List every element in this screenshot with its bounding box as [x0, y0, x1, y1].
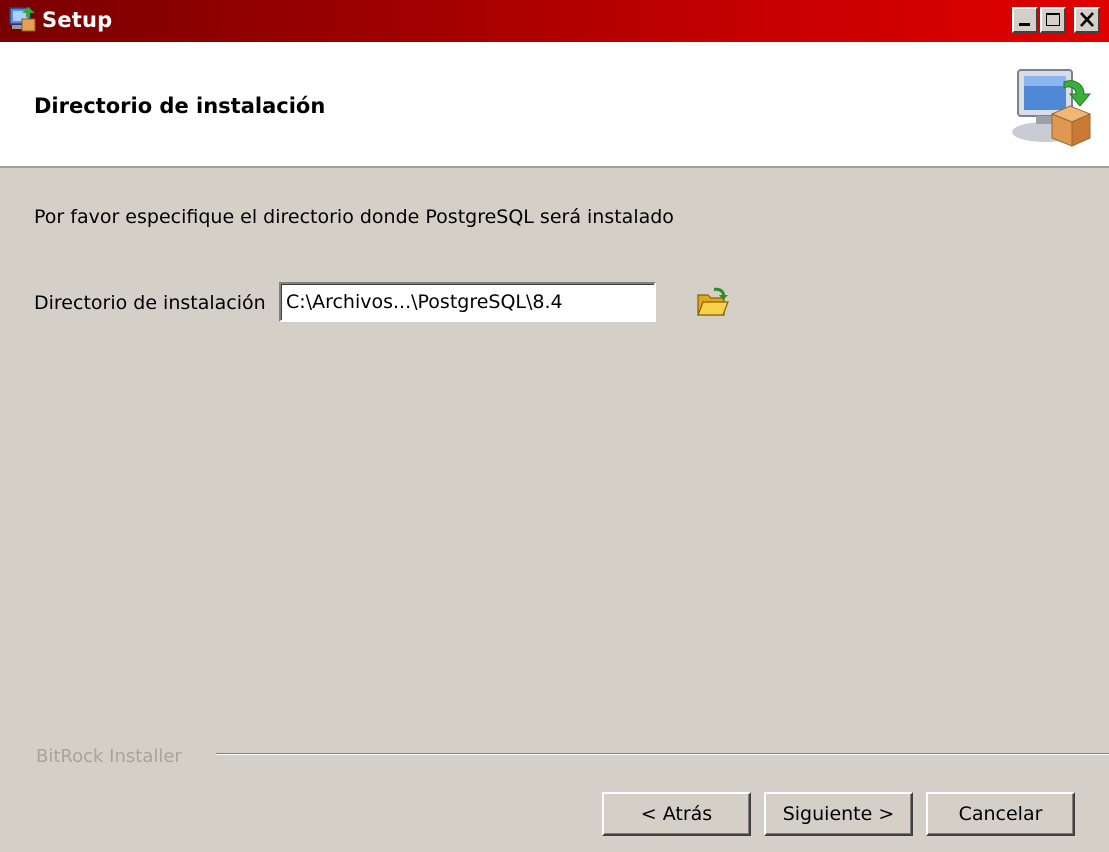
- page-header: Directorio de instalación: [0, 42, 1109, 168]
- footer-divider: [216, 753, 1109, 755]
- install-directory-input[interactable]: [279, 282, 656, 322]
- instruction-text: Por favor especifique el directorio dond…: [34, 206, 674, 228]
- browse-folder-button[interactable]: [694, 285, 730, 321]
- maximize-button[interactable]: [1040, 7, 1066, 33]
- brand-label: BitRock Installer: [36, 746, 182, 767]
- install-directory-label: Directorio de instalación: [34, 292, 266, 314]
- close-icon: [1080, 12, 1094, 27]
- title-bar[interactable]: Setup: [0, 0, 1109, 42]
- computer-package-icon: [1008, 62, 1098, 152]
- close-button[interactable]: [1074, 7, 1100, 33]
- folder-open-icon: [697, 287, 729, 316]
- minimize-button[interactable]: [1012, 7, 1038, 33]
- back-button[interactable]: < Atrás: [602, 792, 751, 836]
- minimize-icon: [1019, 23, 1030, 26]
- cancel-button[interactable]: Cancelar: [926, 792, 1075, 836]
- page-title: Directorio de instalación: [34, 94, 326, 118]
- maximize-icon: [1046, 13, 1060, 26]
- setup-app-icon[interactable]: [8, 5, 38, 35]
- setup-window: Setup Directorio de instalación Por favo…: [0, 0, 1109, 852]
- next-button[interactable]: Siguiente >: [764, 792, 913, 836]
- window-title: Setup: [42, 8, 113, 32]
